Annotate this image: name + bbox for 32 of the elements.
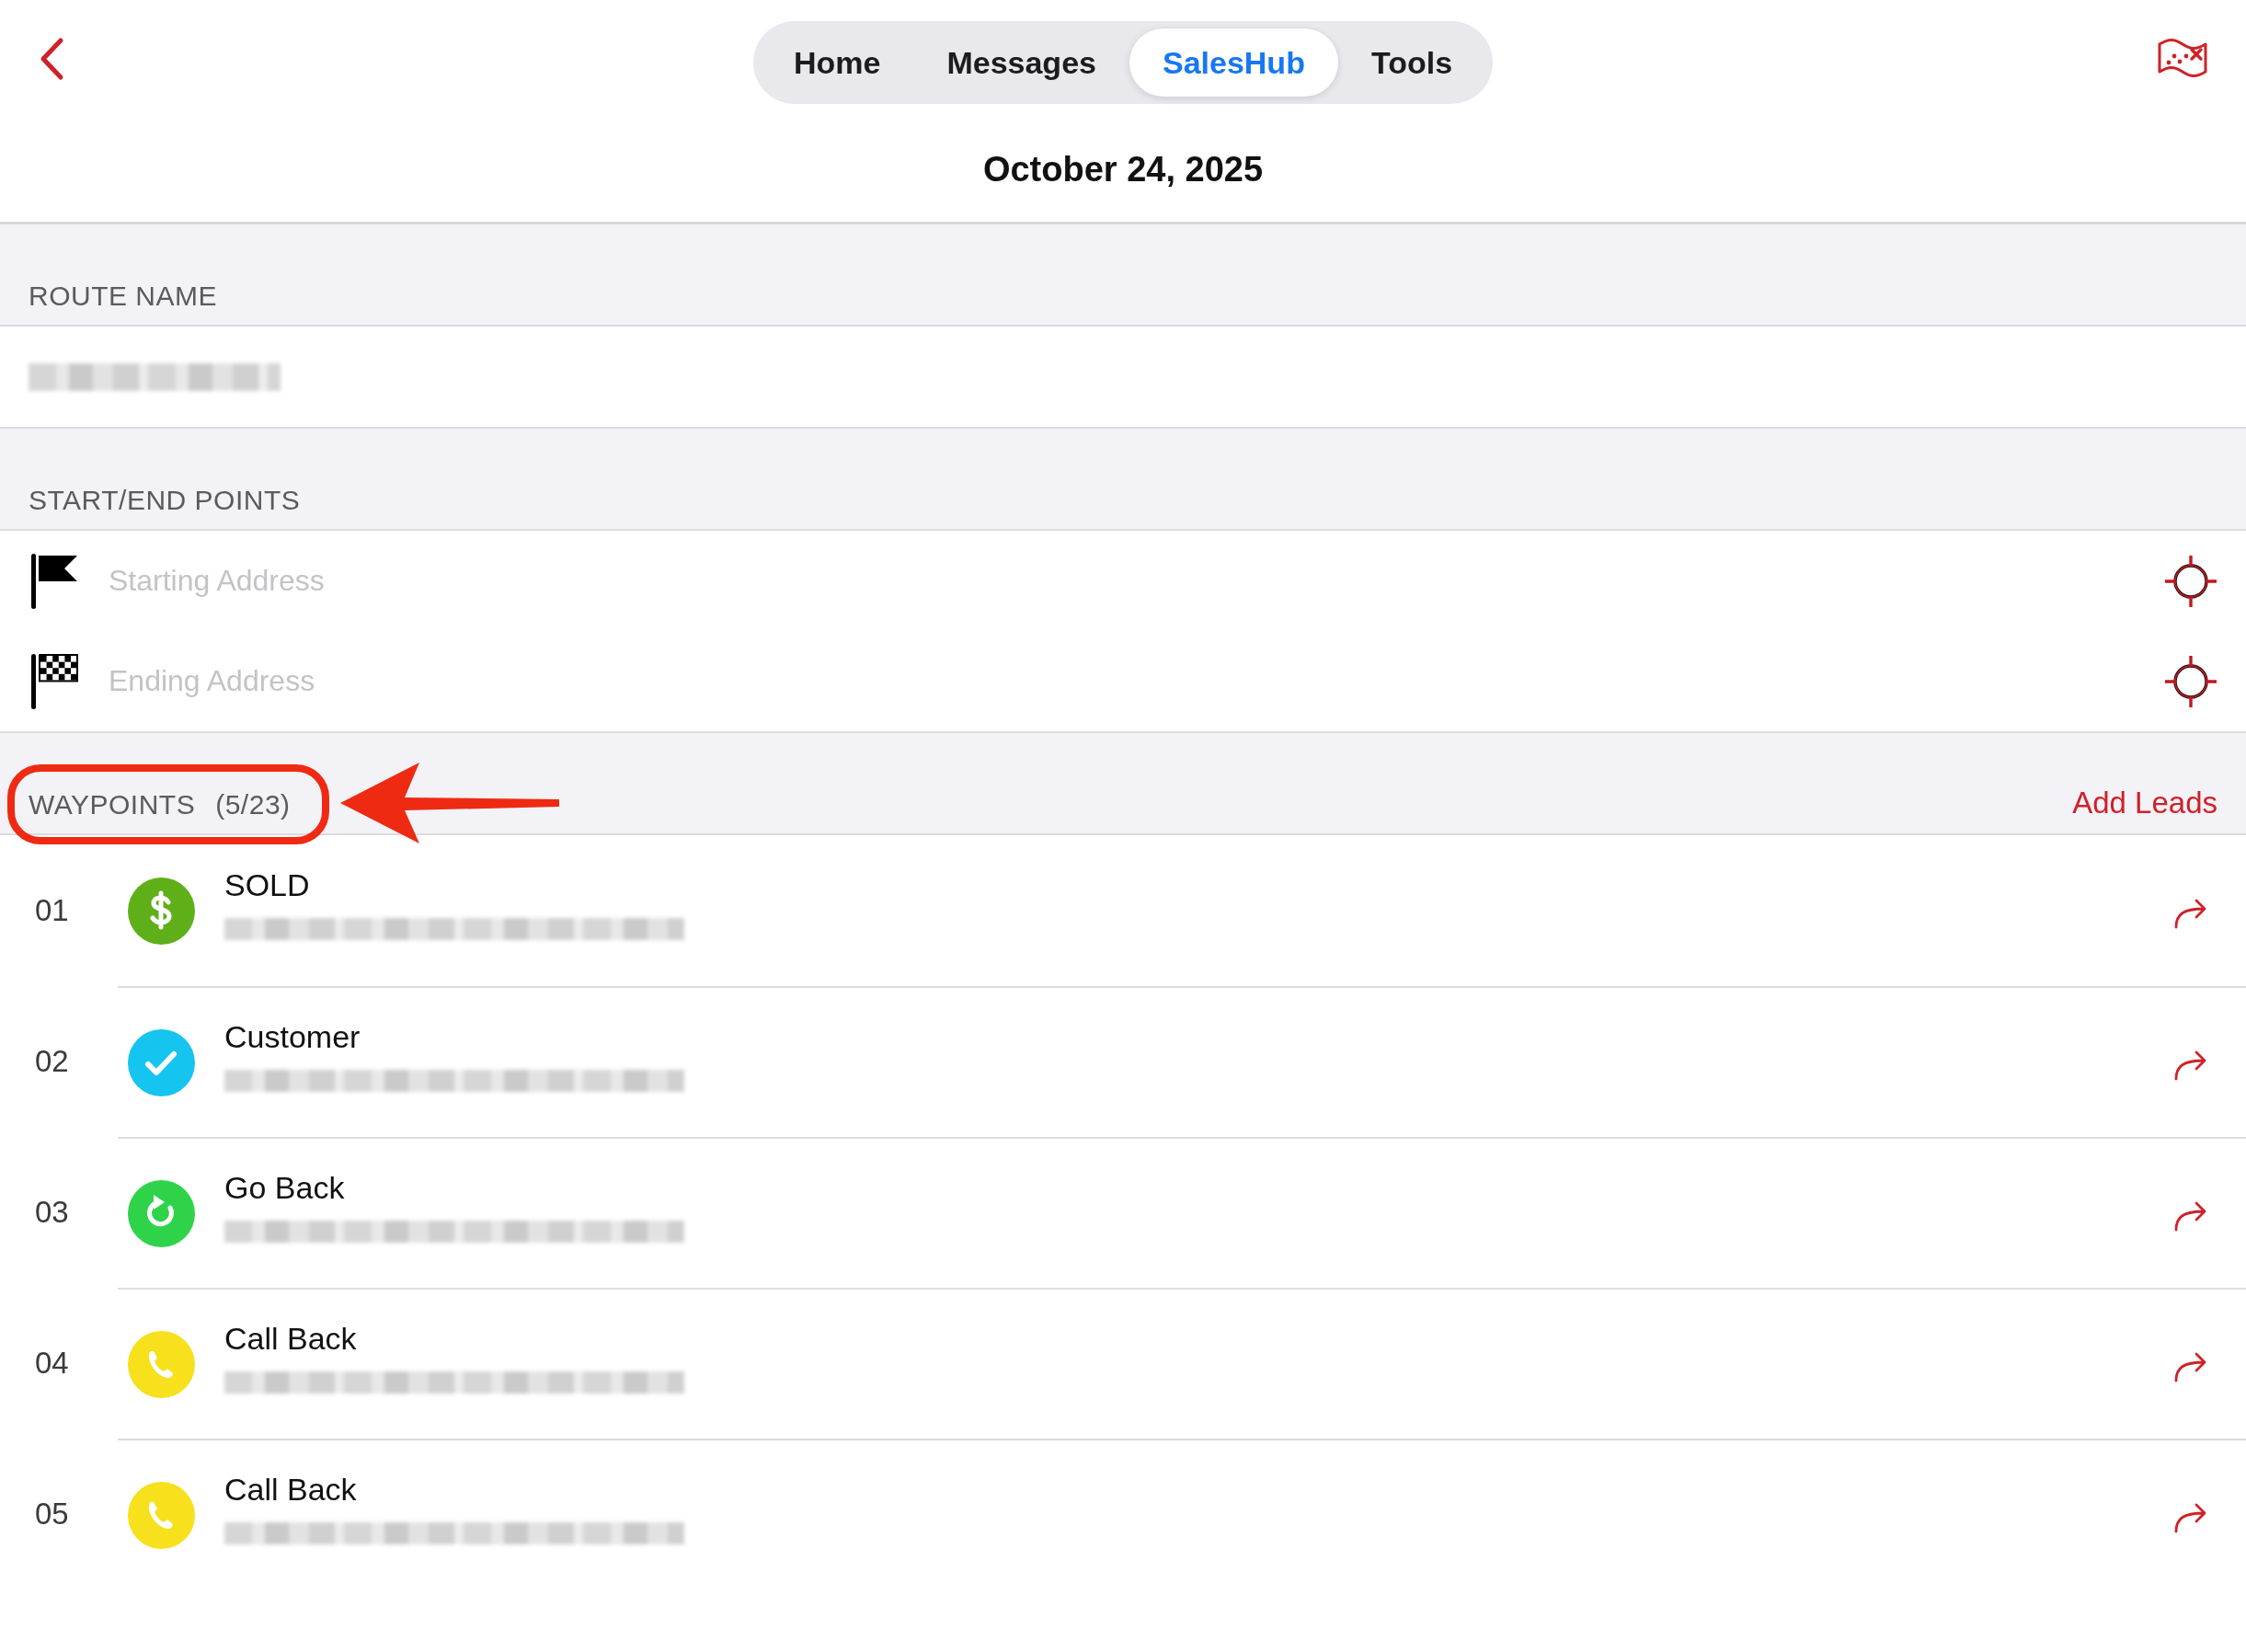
tab[interactable]: SalesHub [1129, 29, 1338, 97]
waypoint-row[interactable]: 01 SOLD [0, 835, 2246, 986]
waypoint-status: SOLD [224, 866, 311, 903]
waypoint-number: 04 [34, 1346, 70, 1381]
back-icon[interactable] [39, 37, 64, 81]
waypoint-row[interactable]: 03 Go Back [0, 1137, 2246, 1288]
waypoint-count: (5/23) [215, 789, 291, 820]
tab[interactable]: Tools [1337, 29, 1486, 97]
waypoint-status: Customer [224, 1018, 361, 1055]
section-header: START/END POINTS [29, 485, 301, 516]
tab[interactable]: Messages [913, 29, 1129, 97]
address-field[interactable]: Starting Address [107, 552, 2163, 610]
waypoint-status: Call Back [224, 1320, 358, 1357]
waypoint-number: 05 [34, 1497, 70, 1532]
tab[interactable]: Home [760, 29, 914, 97]
add-leads-link[interactable]: Add Leads [2072, 786, 2217, 820]
waypoint-status: Call Back [224, 1471, 358, 1508]
checkered-flag-icon [29, 653, 79, 709]
map-icon[interactable] [2156, 37, 2209, 79]
crosshair-icon[interactable] [2163, 553, 2218, 609]
waypoint-status: Go Back [224, 1169, 346, 1206]
waypoint-number: 02 [34, 1044, 70, 1079]
waypoint-number: 03 [34, 1195, 70, 1230]
flag-icon [29, 553, 79, 609]
section-header: WAYPOINTS [29, 789, 196, 820]
waypoint-row[interactable]: 05 Call Back [0, 1439, 2246, 1589]
waypoint-row[interactable]: 02 Customer [0, 986, 2246, 1137]
address-field[interactable]: Ending Address [107, 652, 2163, 710]
crosshair-icon[interactable] [2163, 653, 2218, 709]
waypoint-number: 01 [34, 893, 70, 928]
section-header: ROUTE NAME [29, 281, 217, 312]
waypoint-row[interactable]: 04 Call Back [0, 1288, 2246, 1439]
